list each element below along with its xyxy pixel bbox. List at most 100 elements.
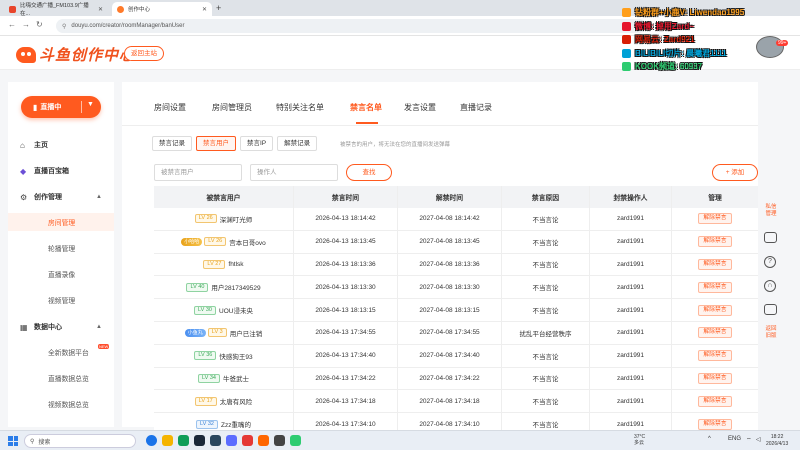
- app-icon[interactable]: [274, 435, 285, 446]
- unban-button[interactable]: 解除禁言: [698, 258, 732, 270]
- headset-icon[interactable]: ∩: [764, 280, 776, 292]
- user-cell: 小哈哈 LV 26 宫本日哥ovo: [154, 230, 294, 253]
- back-to-main-site-button[interactable]: 返回主站: [124, 46, 164, 61]
- tab-live-records[interactable]: 直播记录: [460, 102, 492, 113]
- creator-logo[interactable]: 斗鱼创作中心: [16, 44, 135, 65]
- ban-operator: zard1991: [590, 344, 672, 367]
- live-status-button[interactable]: ▮ 直播中 ▼: [21, 96, 101, 118]
- unban-time: 2027-04-08 18:13:36: [398, 253, 502, 276]
- ban-operator: zard1991: [590, 390, 672, 413]
- level-badge: LV 34: [198, 373, 220, 383]
- sidebar-item-live-data[interactable]: 直播数据总览: [8, 369, 114, 387]
- sidebar-item-videos[interactable]: 视频管理: [8, 291, 114, 309]
- tab-speech-settings[interactable]: 发言设置: [404, 102, 436, 113]
- sidebar-item-label: 直播数据总览: [48, 376, 89, 383]
- douyu-icon[interactable]: [258, 435, 269, 446]
- unban-button[interactable]: 解除禁言: [698, 372, 732, 384]
- monitor-icon[interactable]: [764, 304, 777, 315]
- username[interactable]: 深渊叮光师: [220, 214, 253, 224]
- subtab-banned-ip[interactable]: 禁言IP: [240, 136, 274, 151]
- unban-button[interactable]: 解除禁言: [698, 304, 732, 316]
- language-indicator[interactable]: ENG: [728, 436, 741, 442]
- chrome-icon[interactable]: [146, 435, 157, 446]
- username[interactable]: 太唐有风险: [220, 396, 253, 406]
- subtab-ban-records[interactable]: 禁言记录: [152, 136, 192, 151]
- ban-time: 2026-04-13 18:13:45: [294, 230, 398, 253]
- tab-special-follow[interactable]: 特别关注名单: [276, 102, 324, 113]
- browser-tab-active[interactable]: 创作中心 ✕: [112, 2, 212, 16]
- ban-operator: zard1991: [590, 230, 672, 253]
- file-explorer-icon[interactable]: [162, 435, 173, 446]
- unban-button[interactable]: 解除禁言: [698, 395, 732, 407]
- unban-button[interactable]: 解除禁言: [698, 350, 732, 362]
- back-to-old-version-link[interactable]: 返回 旧版: [762, 326, 780, 340]
- action-cell: 解除禁言: [672, 368, 758, 390]
- steam-icon[interactable]: [210, 435, 221, 446]
- app-icon[interactable]: [226, 435, 237, 446]
- close-icon[interactable]: ✕: [98, 6, 103, 13]
- username[interactable]: UOU浸未央: [219, 305, 253, 315]
- username[interactable]: 用户2817349529: [211, 282, 260, 292]
- sidebar-item-carousel[interactable]: 轮播管理: [8, 239, 114, 257]
- unban-button[interactable]: 解除禁言: [698, 213, 732, 225]
- username[interactable]: 牛爸武士: [223, 373, 249, 383]
- unban-button[interactable]: 解除禁言: [698, 327, 732, 339]
- add-ban-button[interactable]: + 添加: [712, 164, 758, 181]
- username[interactable]: Zzz重嘴的: [221, 419, 251, 429]
- windows-start-icon[interactable]: [8, 436, 18, 446]
- browser-tab[interactable]: 比嗨交通广播_FM103.9广播在... ✕: [4, 2, 108, 17]
- sidebar-item-toolbox[interactable]: ◆ 直播百宝箱: [8, 162, 114, 180]
- ban-operator: zard1991: [590, 208, 672, 230]
- close-icon[interactable]: ✕: [202, 6, 207, 13]
- new-tab-icon[interactable]: +: [216, 3, 221, 13]
- ban-operator: zard1991: [590, 276, 672, 299]
- unban-button[interactable]: 解除禁言: [698, 281, 732, 293]
- app-icon[interactable]: [290, 435, 301, 446]
- weather-widget[interactable]: 37°C 多云: [634, 434, 645, 446]
- username[interactable]: 快感狗王93: [219, 351, 252, 361]
- action-cell: 解除禁言: [672, 345, 758, 367]
- speaker-icon[interactable]: ◁: [756, 436, 761, 443]
- tab-room-admins[interactable]: 房间管理员: [212, 102, 252, 113]
- sidebar-item-video-data[interactable]: 视频数据总览: [8, 395, 114, 413]
- table-header: 被禁言用户 禁言时间 解禁时间 禁言原因 封禁操作人 管理: [154, 186, 758, 208]
- username[interactable]: 用户已注销: [230, 328, 263, 338]
- sidebar-item-new-data-platform[interactable]: 全新数据平台 NEW: [8, 343, 114, 361]
- clock[interactable]: 18:22 2026/4/13: [766, 434, 788, 447]
- lock-icon: ⚲: [62, 23, 67, 30]
- sidebar-item-home[interactable]: ⌂ 主页: [8, 136, 114, 154]
- network-icon[interactable]: ⌔: [746, 436, 752, 444]
- tab-ban-list[interactable]: 禁言名单: [350, 102, 382, 113]
- sidebar-item-room-management[interactable]: 房间管理: [8, 213, 114, 231]
- action-cell: 解除禁言: [672, 390, 758, 412]
- tab-room-settings[interactable]: 房间设置: [154, 102, 186, 113]
- help-icon[interactable]: ?: [764, 256, 776, 268]
- steam-icon[interactable]: [194, 435, 205, 446]
- forward-arrow-icon[interactable]: →: [22, 20, 30, 29]
- sidebar: ▮ 直播中 ▼ ⌂ 主页 ◆ 直播百宝箱 ⚙ 创作管理 ▲ 房间管理 轮播管理 …: [8, 82, 114, 427]
- operator-input[interactable]: 操作人: [250, 164, 338, 181]
- unban-button[interactable]: 解除禁言: [698, 236, 732, 248]
- subtab-banned-users[interactable]: 禁言用户: [196, 136, 236, 151]
- netease-music-icon: [622, 35, 631, 45]
- sidebar-item-creation[interactable]: ⚙ 创作管理 ▲: [8, 188, 114, 206]
- reload-icon[interactable]: ↻: [36, 20, 43, 29]
- app-icon[interactable]: [178, 435, 189, 446]
- unban-button[interactable]: 解除禁言: [698, 418, 732, 430]
- username[interactable]: 宫本日哥ovo: [229, 237, 265, 247]
- banned-user-input[interactable]: 被禁言用户: [154, 164, 242, 181]
- video-icon[interactable]: [764, 232, 777, 243]
- subtab-unban-records[interactable]: 解禁记录: [277, 136, 318, 151]
- taskbar-search[interactable]: ⚲ 搜索: [24, 434, 136, 448]
- back-arrow-icon[interactable]: ←: [8, 20, 16, 29]
- netease-music-icon[interactable]: [242, 435, 253, 446]
- url-field[interactable]: ⚲ douyu.com/creator/roomManager/banUser: [56, 19, 646, 33]
- search-button[interactable]: 查找: [346, 164, 392, 181]
- message-management-link[interactable]: 私信 管理: [762, 204, 780, 218]
- chevron-up-icon[interactable]: ^: [708, 436, 711, 442]
- user-cell: LV 30 UOU浸未央: [154, 299, 294, 321]
- caret-down-icon[interactable]: ▼: [87, 101, 94, 108]
- sidebar-item-recordings[interactable]: 直播录像: [8, 265, 114, 283]
- sidebar-item-data-center[interactable]: ▦ 数据中心 ▲: [8, 318, 114, 336]
- username[interactable]: fhtlsk: [228, 261, 243, 268]
